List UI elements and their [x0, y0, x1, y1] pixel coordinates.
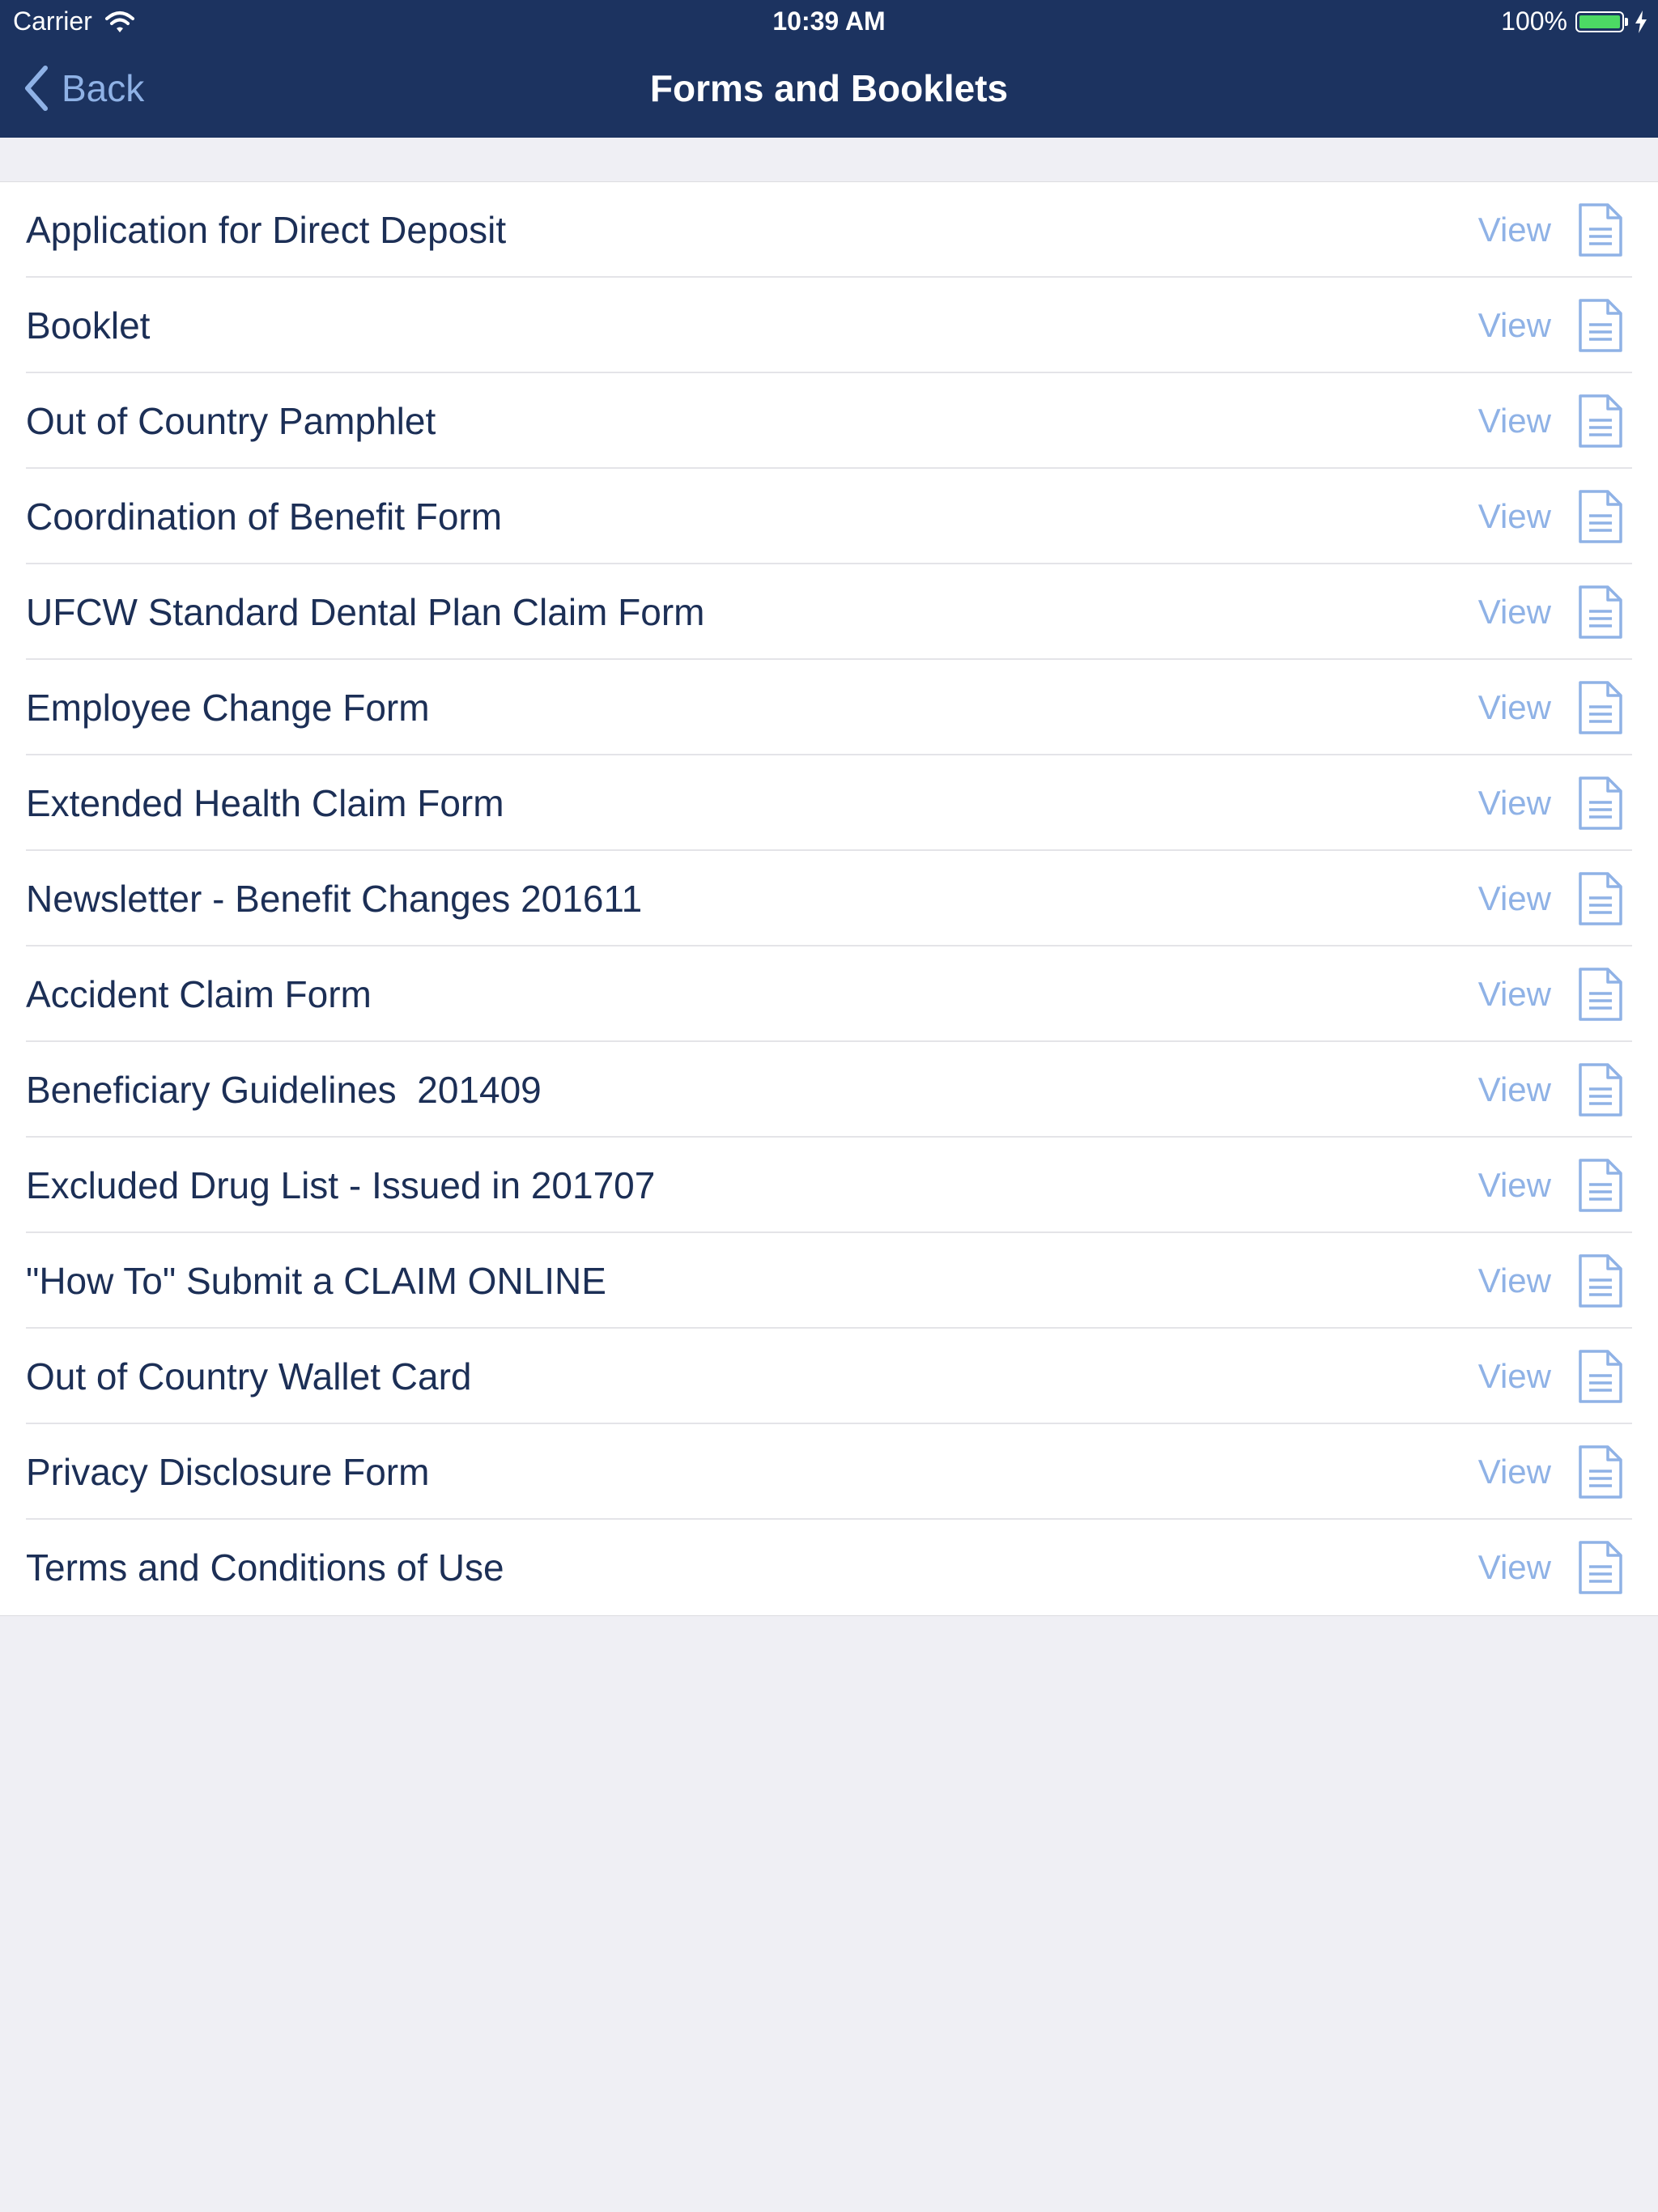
battery-icon: [1575, 11, 1628, 32]
list-item[interactable]: UFCW Standard Dental Plan Claim Form View: [0, 564, 1658, 660]
view-link[interactable]: View: [1478, 1233, 1551, 1329]
document-title: Employee Change Form: [26, 687, 430, 729]
view-link[interactable]: View: [1478, 946, 1551, 1042]
document-icon[interactable]: [1577, 1444, 1624, 1499]
document-title: Out of Country Pamphlet: [26, 400, 436, 442]
view-link[interactable]: View: [1478, 182, 1551, 278]
page-title: Forms and Booklets: [649, 67, 1009, 109]
view-link[interactable]: View: [1478, 660, 1551, 755]
list-item[interactable]: Excluded Drug List - Issued in 201707 Vie…: [0, 1138, 1658, 1233]
document-title: Accident Claim Form: [26, 973, 372, 1015]
list-item[interactable]: Booklet View: [0, 278, 1658, 373]
view-link[interactable]: View: [1478, 1042, 1551, 1138]
document-icon[interactable]: [1577, 393, 1624, 449]
document-title: UFCW Standard Dental Plan Claim Form: [26, 591, 705, 633]
document-title: Privacy Disclosure Form: [26, 1451, 430, 1493]
battery-percent: 100%: [1501, 6, 1567, 36]
header: Carrier 10:39 AM 100% Back Forms and Boo…: [0, 0, 1658, 138]
document-icon[interactable]: [1577, 585, 1624, 640]
document-icon[interactable]: [1577, 776, 1624, 831]
document-icon[interactable]: [1577, 489, 1624, 544]
document-title: Terms and Conditions of Use: [26, 1546, 504, 1589]
view-link[interactable]: View: [1478, 1424, 1551, 1520]
view-link[interactable]: View: [1478, 851, 1551, 946]
view-link[interactable]: View: [1478, 278, 1551, 373]
document-icon[interactable]: [1577, 1158, 1624, 1213]
document-icon[interactable]: [1577, 298, 1624, 353]
list-item[interactable]: Newsletter - Benefit Changes 201611 View: [0, 851, 1658, 946]
charging-bolt-icon: [1635, 10, 1647, 33]
document-title: Newsletter - Benefit Changes 201611: [26, 878, 643, 920]
list-item[interactable]: Beneficiary Guidelines 201409 View: [0, 1042, 1658, 1138]
document-icon[interactable]: [1577, 1062, 1624, 1117]
navigation-bar: Back Forms and Booklets: [0, 42, 1658, 138]
status-time: 10:39 AM: [772, 6, 886, 36]
document-title: Coordination of Benefit Form: [26, 496, 503, 538]
list-item[interactable]: Employee Change Form View: [0, 660, 1658, 755]
status-bar: Carrier 10:39 AM 100%: [0, 0, 1658, 42]
list-item[interactable]: Terms and Conditions of Use View: [0, 1520, 1658, 1615]
list-item[interactable]: Privacy Disclosure Form View: [0, 1424, 1658, 1520]
list-item[interactable]: Accident Claim Form View: [0, 946, 1658, 1042]
document-title: Extended Health Claim Form: [26, 782, 504, 824]
view-link[interactable]: View: [1478, 1520, 1551, 1615]
list-item[interactable]: Extended Health Claim Form View: [0, 755, 1658, 851]
document-icon[interactable]: [1577, 967, 1624, 1022]
document-icon[interactable]: [1577, 871, 1624, 926]
view-link[interactable]: View: [1478, 755, 1551, 851]
document-icon[interactable]: [1577, 202, 1624, 257]
list-item[interactable]: Application for Direct Deposit View: [0, 182, 1658, 278]
document-icon[interactable]: [1577, 1540, 1624, 1595]
document-title: Excluded Drug List - Issued in 201707: [26, 1164, 656, 1206]
document-icon[interactable]: [1577, 680, 1624, 735]
view-link[interactable]: View: [1478, 469, 1551, 564]
list-item[interactable]: Coordination of Benefit Form View: [0, 469, 1658, 564]
document-list: Application for Direct Deposit View Bookle…: [0, 181, 1658, 1616]
view-link[interactable]: View: [1478, 373, 1551, 469]
battery-status: 100%: [1501, 6, 1648, 36]
document-title: Out of Country Wallet Card: [26, 1355, 472, 1397]
document-title: Beneficiary Guidelines 201409: [26, 1069, 542, 1111]
document-icon[interactable]: [1577, 1349, 1624, 1404]
document-title: Application for Direct Deposit: [26, 209, 507, 251]
battery-fill: [1579, 15, 1620, 28]
document-title: "How To" Submit a CLAIM ONLINE: [26, 1260, 606, 1302]
list-item[interactable]: "How To" Submit a CLAIM ONLINE View: [0, 1233, 1658, 1329]
view-link[interactable]: View: [1478, 1138, 1551, 1233]
document-icon[interactable]: [1577, 1253, 1624, 1308]
view-link[interactable]: View: [1478, 564, 1551, 660]
list-item[interactable]: Out of Country Pamphlet View: [0, 373, 1658, 469]
list-item[interactable]: Out of Country Wallet Card View: [0, 1329, 1658, 1424]
document-title: Booklet: [26, 304, 151, 347]
view-link[interactable]: View: [1478, 1329, 1551, 1424]
